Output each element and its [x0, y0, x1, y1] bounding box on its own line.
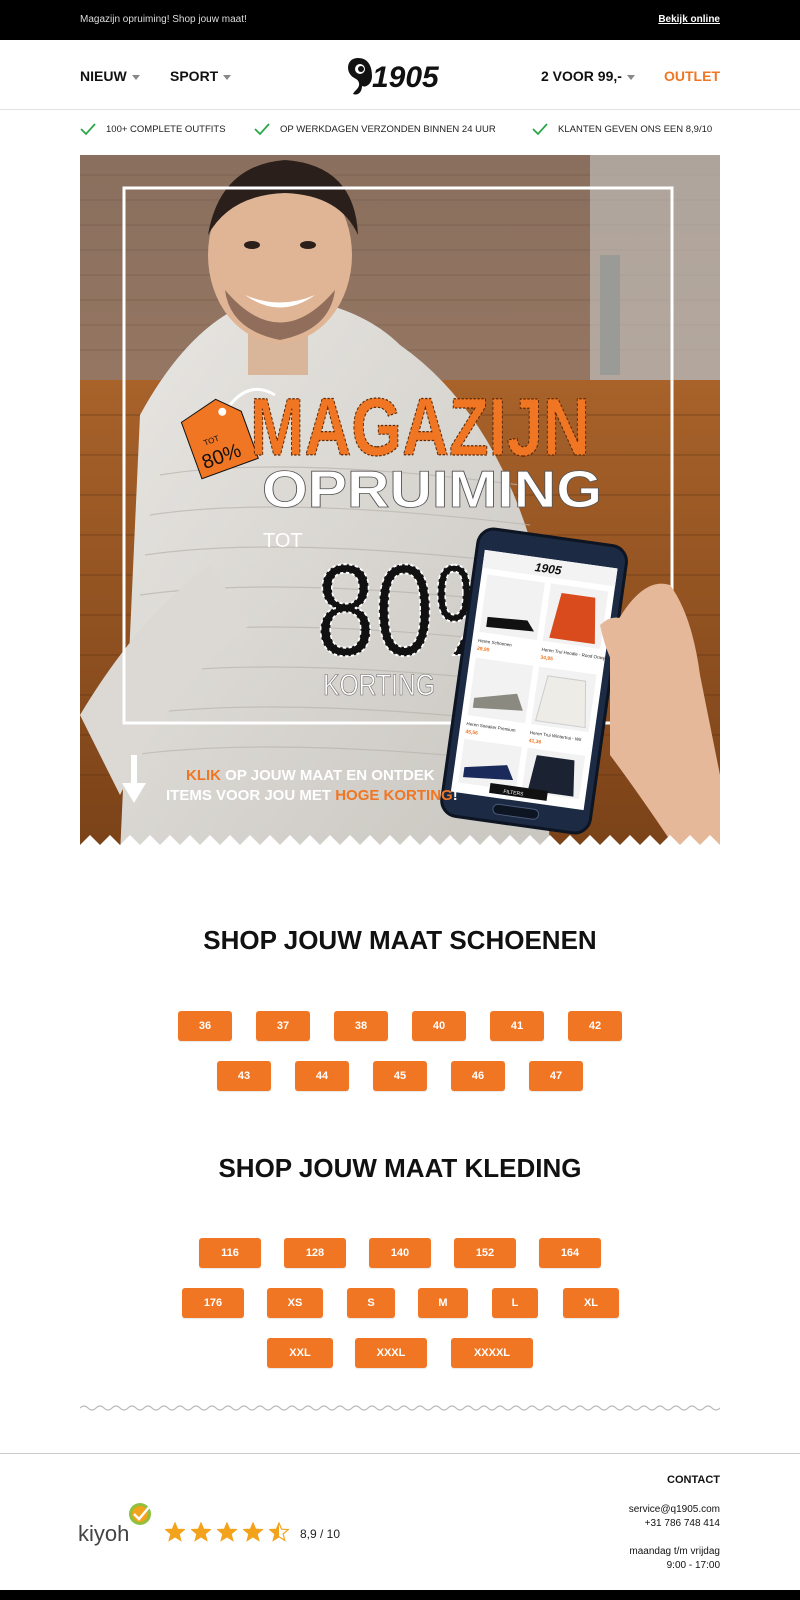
hero-cta-line2: ITEMS VOOR JOU MET HOGE KORTING! — [166, 787, 458, 804]
size-button[interactable]: XL — [563, 1288, 619, 1318]
size-button[interactable]: XXXXL — [451, 1338, 533, 1368]
footer-divider — [0, 1453, 800, 1454]
usp-item: KLANTEN GEVEN ONS EEN 8,9/10 — [532, 123, 713, 136]
preheader-bar: Magazijn opruiming! Shop jouw maat! Beki… — [0, 0, 800, 40]
cta-text: ITEMS VOOR JOU MET — [166, 787, 335, 804]
size-button[interactable]: 116 — [199, 1238, 261, 1268]
check-icon — [254, 123, 270, 136]
size-button[interactable]: 47 — [529, 1061, 583, 1091]
cta-accent: KLIK — [186, 767, 221, 784]
shoes-section-title: SHOP JOUW MAAT SCHOENEN — [203, 925, 597, 955]
star-icon — [191, 1522, 211, 1542]
clothing-section-title: SHOP JOUW MAAT KLEDING — [218, 1153, 582, 1183]
nav-item-nieuw[interactable]: NIEUW — [80, 68, 140, 84]
usp-text: OP WERKDAGEN VERZONDEN BINNEN 24 UUR — [280, 124, 496, 135]
size-button[interactable]: 37 — [256, 1011, 310, 1041]
chevron-down-icon — [626, 74, 635, 80]
hero-title-line1: MAGAZIJN — [250, 382, 590, 473]
usp-text: KLANTEN GEVEN ONS EEN 8,9/10 — [558, 124, 713, 135]
bottom-bar — [0, 1590, 800, 1600]
usp-item: OP WERKDAGEN VERZONDEN BINNEN 24 UUR — [254, 123, 496, 136]
rating-score: 8,9 / 10 — [300, 1527, 341, 1541]
check-icon — [80, 123, 96, 136]
hero-title-line2: OPRUIMING — [262, 461, 602, 519]
size-button[interactable]: XXXL — [355, 1338, 427, 1368]
size-button[interactable]: XXL — [267, 1338, 333, 1368]
nav-item-label: NIEUW — [80, 68, 127, 84]
hero-suffix: KORTING — [323, 669, 435, 702]
nav-item-2-voor-99[interactable]: 2 VOOR 99,- — [541, 68, 635, 84]
wave-divider — [80, 1405, 720, 1411]
star-icon — [243, 1522, 263, 1542]
contact-title: CONTACT — [667, 1474, 720, 1486]
cta-text: ! — [453, 787, 458, 804]
contact-hours-days: maandag t/m vrijdag — [629, 1546, 720, 1557]
size-button[interactable]: 38 — [334, 1011, 388, 1041]
usp-text: 100+ COMPLETE OUTFITS — [106, 124, 226, 135]
chevron-down-icon — [131, 74, 140, 80]
contact-hours-time: 9:00 - 17:00 — [666, 1560, 720, 1571]
size-button[interactable]: S — [347, 1288, 395, 1318]
logo-text: 1905 — [372, 61, 440, 94]
nav-item-label: 2 VOOR 99,- — [541, 68, 622, 84]
size-button[interactable]: 45 — [373, 1061, 427, 1091]
size-button[interactable]: 44 — [295, 1061, 349, 1091]
star-icon — [165, 1522, 185, 1542]
hero-prefix: TOT — [263, 530, 303, 552]
size-button[interactable]: M — [418, 1288, 468, 1318]
size-button[interactable]: 152 — [454, 1238, 516, 1268]
size-button[interactable]: 128 — [284, 1238, 346, 1268]
chevron-down-icon — [223, 74, 232, 80]
size-button[interactable]: 176 — [182, 1288, 244, 1318]
nav-item-label: SPORT — [170, 68, 219, 84]
star-icon — [269, 1522, 289, 1542]
size-button[interactable]: 164 — [539, 1238, 601, 1268]
nav-item-label: OUTLET — [664, 68, 720, 84]
contact-phone[interactable]: +31 786 748 414 — [645, 1518, 720, 1529]
hero-image: TOT 80% MAGAZIJN OPRUIMING TOT 80% KORTI… — [80, 155, 720, 855]
nav-item-outlet[interactable]: OUTLET — [664, 68, 720, 84]
hero-banner[interactable]: TOT 80% MAGAZIJN OPRUIMING TOT 80% KORTI… — [80, 155, 720, 855]
size-button[interactable]: 43 — [217, 1061, 271, 1091]
usp-bar: 100+ COMPLETE OUTFITS OP WERKDAGEN VERZO… — [80, 120, 720, 144]
size-button[interactable]: XS — [267, 1288, 323, 1318]
kiyoh-text: kiyoh — [78, 1521, 129, 1546]
preheader-text: Magazijn opruiming! Shop jouw maat! — [80, 14, 247, 25]
cta-accent: HOGE KORTING — [335, 787, 453, 804]
view-online-link[interactable]: Bekijk online — [658, 14, 720, 25]
nav-item-sport[interactable]: SPORT — [170, 68, 232, 84]
brand-logo[interactable]: 1905 — [344, 54, 460, 98]
size-button[interactable]: 41 — [490, 1011, 544, 1041]
main-nav: NIEUW SPORT 1905 2 VOOR 99,- OUTLET — [0, 40, 800, 110]
size-button[interactable]: 46 — [451, 1061, 505, 1091]
size-button[interactable]: 140 — [369, 1238, 431, 1268]
kiyoh-logo[interactable]: kiyoh — [78, 1500, 156, 1550]
size-button[interactable]: 40 — [412, 1011, 466, 1041]
size-button[interactable]: L — [492, 1288, 538, 1318]
hero-cta-line1: KLIK OP JOUW MAAT EN ONTDEK — [186, 767, 435, 784]
cta-text: OP JOUW MAAT EN ONTDEK — [221, 767, 435, 784]
contact-email[interactable]: service@q1905.com — [629, 1504, 720, 1515]
size-button[interactable]: 36 — [178, 1011, 232, 1041]
star-icon — [217, 1522, 237, 1542]
size-button[interactable]: 42 — [568, 1011, 622, 1041]
check-icon — [532, 123, 548, 136]
usp-item: 100+ COMPLETE OUTFITS — [80, 123, 226, 136]
